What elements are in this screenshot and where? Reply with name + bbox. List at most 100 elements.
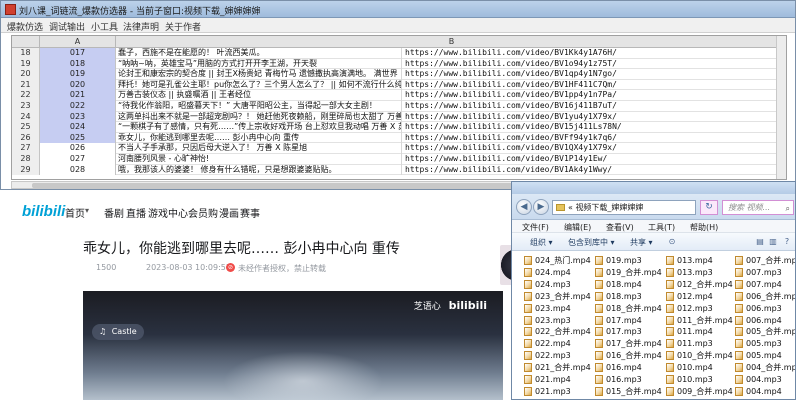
video-player[interactable]: 芝语心 bilibili ♫ Castle (83, 291, 503, 400)
row-number[interactable]: 29 (12, 164, 40, 176)
row-number[interactable]: 21 (12, 79, 40, 91)
back-button[interactable]: ◀ (516, 199, 532, 215)
cell-c-url[interactable]: https://www.bilibili.com/video/BV1pp4y1n… (402, 90, 778, 101)
cell-b-title[interactable]: 乖女儿，你能逃到哪里去呢…… 彭小冉中心向 重传 (116, 132, 402, 144)
table-row[interactable]: 28 027 河南腰列风景 - 心旷神怡! https://www.bilibili.… (12, 154, 786, 165)
menu-item[interactable]: 调试输出 (49, 20, 85, 33)
nav-anime[interactable]: 番剧 (104, 205, 124, 220)
table-row[interactable]: 21 020 拜托！她可是孔雀公主耶！pu你怎么了？三个男人怎么了？ || 如何不流… (12, 79, 786, 91)
search-box[interactable]: 搜索 视频... ⌕ (722, 200, 794, 215)
row-number[interactable]: 24 (12, 111, 40, 123)
file-item[interactable]: 011_合并.mp4 (666, 315, 734, 326)
table-row[interactable]: 19 018 “呐呐~呐，英雄宝马”用脑的方式打开开李王湖，开天裂 https://w… (12, 58, 786, 70)
table-row[interactable]: 27 026 不当人子手承那，只因后母大逆入了！ 万善 X 陈星旭 https://w… (12, 143, 786, 154)
cell-b-title[interactable]: “待我化作翁阳，昭盛暮天下！” 大唐平阳昭公主，当得起一部大女主剧！ (116, 101, 402, 112)
cell-b-title[interactable]: “呐呐~呐，英雄宝马”用脑的方式打开开李王湖，开天裂 (116, 58, 402, 70)
row-number[interactable]: 22 (12, 90, 40, 101)
file-item[interactable]: 004_合并.mp4 (735, 362, 795, 373)
table-row[interactable]: 22 021 万善古装仪态 || 执盛嘱酒 || 王者经位 https://www.b… (12, 90, 786, 101)
cell-a[interactable]: 024 (40, 122, 116, 133)
file-item[interactable]: 007.mp4 (735, 279, 795, 290)
cell-a[interactable]: 019 (40, 69, 116, 80)
cell-c-url[interactable]: https://www.bilibili.com/video/BV1QX4y1X… (402, 143, 778, 154)
row-number[interactable]: 20 (12, 69, 40, 80)
cell-c-url[interactable]: https://www.bilibili.com/video/BV15j411L… (402, 122, 778, 133)
corner-header[interactable] (12, 36, 40, 48)
file-item[interactable]: 017_合并.mp4 (595, 338, 663, 349)
cell-c-url[interactable]: https://www.bilibili.com/video/BV1P14y1E… (402, 154, 778, 165)
file-item[interactable]: 007.mp3 (735, 267, 795, 278)
cell-b-title[interactable]: 河南腰列风景 - 心旷神怡! (116, 154, 402, 165)
cell-a[interactable]: 025 (40, 132, 116, 144)
include-in-library-button[interactable]: 包含到库中 ▾ (568, 237, 615, 248)
file-item[interactable]: 005.mp4 (735, 350, 795, 361)
cell-c-url[interactable]: https://www.bilibili.com/video/BV1Ak4y1W… (402, 165, 778, 176)
preview-pane-icon[interactable]: ▥ (768, 237, 778, 247)
menu-item[interactable]: 法律声明 (123, 20, 159, 33)
cell-b-title[interactable]: 这两单抖出来不就是一部超宠剧吗？！ 她赶他死夜赖船，刚里碎局也太甜了 万善 X … (116, 111, 402, 123)
row-number[interactable]: 19 (12, 58, 40, 70)
file-item[interactable]: 013.mp4 (666, 255, 734, 266)
file-item[interactable]: 021.mp4 (524, 374, 592, 385)
nav-live[interactable]: 直播 (126, 205, 146, 220)
file-item[interactable]: 023_合并.mp4 (524, 291, 592, 302)
file-item[interactable]: 006_合并.mp4 (735, 291, 795, 302)
file-item[interactable]: 015_合并.mp4 (595, 386, 663, 397)
help-icon[interactable]: ? (782, 237, 792, 247)
row-number[interactable]: 25 (12, 122, 40, 133)
file-item[interactable]: 004.mp4 (735, 386, 795, 397)
file-item[interactable]: 022.mp4 (524, 338, 592, 349)
menu-view[interactable]: 查看(V) (606, 222, 634, 233)
file-item[interactable]: 010.mp4 (666, 362, 734, 373)
cell-b-title[interactable]: “一颗棋子有了感情，只有死……”传上宗收好戏开场 台上怼欢旦我动唱 万善 X 苏… (116, 122, 402, 133)
cell-a[interactable]: 021 (40, 90, 116, 101)
file-item[interactable]: 013.mp3 (666, 267, 734, 278)
file-item[interactable]: 009_合并.mp4 (666, 386, 734, 397)
cell-a[interactable]: 017 (40, 48, 116, 59)
file-item[interactable]: 018.mp3 (595, 291, 663, 302)
menu-help[interactable]: 帮助(H) (690, 222, 718, 233)
row-number[interactable]: 27 (12, 143, 40, 154)
vertical-scrollbar[interactable] (776, 36, 786, 179)
file-item[interactable]: 016.mp4 (595, 362, 663, 373)
cell-c-url[interactable]: https://www.bilibili.com/video/BV1o94y1z… (402, 59, 778, 70)
cell-a[interactable]: 027 (40, 154, 116, 165)
row-number[interactable]: 26 (12, 132, 40, 144)
cell-c-url[interactable]: https://www.bilibili.com/video/BV1HF411C… (402, 80, 778, 91)
table-row[interactable]: 24 023 这两单抖出来不就是一部超宠剧吗？！ 她赶他死夜赖船，刚里碎局也太甜了 … (12, 111, 786, 123)
column-header-b[interactable]: B (116, 36, 786, 48)
file-item[interactable]: 010_合并.mp4 (666, 350, 734, 361)
nav-manga[interactable]: 漫画 (219, 205, 239, 220)
cell-c-url[interactable]: https://www.bilibili.com/video/BVFf94y1k… (402, 133, 778, 144)
table-row[interactable]: 23 022 “待我化作翁阳，昭盛暮天下！” 大唐平阳昭公主，当得起一部大女主剧！ h… (12, 101, 786, 112)
file-item[interactable]: 021.mp3 (524, 386, 592, 397)
cell-b-title[interactable]: 拜托！她可是孔雀公主耶！pu你怎么了？三个男人怎么了？ || 如何不流行什么纯爱… (116, 79, 402, 91)
menu-item[interactable]: 小工具 (91, 20, 118, 33)
file-item[interactable]: 016_合并.mp4 (595, 350, 663, 361)
file-item[interactable]: 018.mp4 (595, 279, 663, 290)
row-number[interactable]: 18 (12, 48, 40, 59)
table-row[interactable]: 18 017 蠢子，西施不是在能愿的！ 叶流西美瓜。 https://www.bili… (12, 48, 786, 59)
bilibili-logo[interactable]: bilibili (22, 203, 65, 220)
column-header-a[interactable]: A (40, 36, 116, 48)
spreadsheet[interactable]: A B 18 017 蠢子，西施不是在能愿的！ 叶流西美瓜。 https://www.… (11, 35, 787, 180)
file-item[interactable]: 006.mp4 (735, 315, 795, 326)
nav-vip-shop[interactable]: 会员购 (188, 205, 218, 220)
cell-b-title[interactable]: 蠢子，西施不是在能愿的！ 叶流西美瓜。 (116, 48, 402, 59)
file-item[interactable]: 017.mp4 (595, 315, 663, 326)
cell-b-title[interactable]: 万善古装仪态 || 执盛嘱酒 || 王者经位 (116, 90, 402, 101)
share-button[interactable]: 共享 ▾ (630, 237, 653, 248)
file-item[interactable]: 006.mp3 (735, 303, 795, 314)
menu-item[interactable]: 关于作者 (165, 20, 201, 33)
file-item[interactable]: 023.mp3 (524, 315, 592, 326)
nav-esports[interactable]: 赛事 (240, 205, 260, 220)
burn-icon[interactable]: ⊙ (667, 237, 677, 247)
file-item[interactable]: 010.mp3 (666, 374, 734, 385)
cell-a[interactable]: 022 (40, 101, 116, 112)
cell-a[interactable]: 023 (40, 111, 116, 123)
refresh-button[interactable]: ↻ (700, 200, 718, 215)
file-item[interactable]: 012_合并.mp4 (666, 279, 734, 290)
file-item[interactable]: 024.mp4 (524, 267, 592, 278)
file-item[interactable]: 023.mp4 (524, 303, 592, 314)
file-item[interactable]: 011.mp4 (666, 326, 734, 337)
